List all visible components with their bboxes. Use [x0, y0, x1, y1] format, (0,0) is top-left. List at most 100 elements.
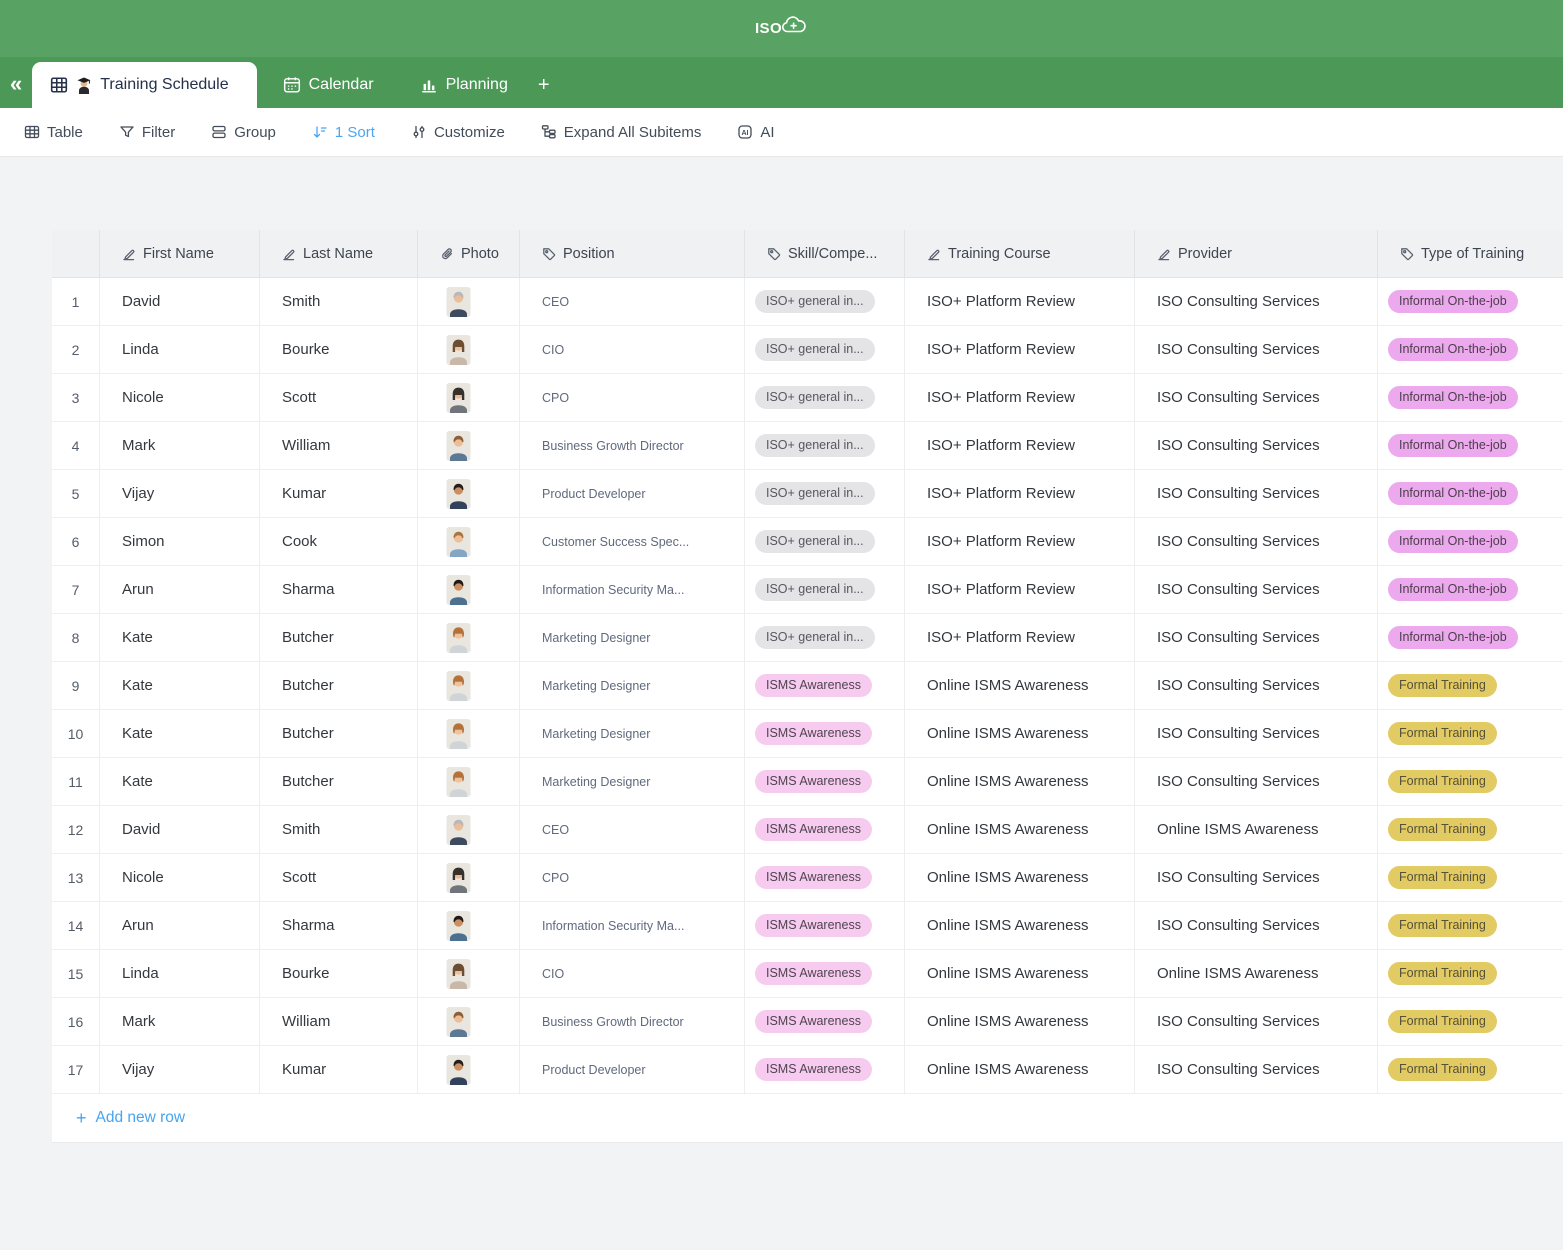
cell-skill[interactable]: ISMS Awareness — [745, 806, 905, 854]
cell-provider[interactable]: ISO Consulting Services — [1135, 1046, 1378, 1094]
cell-training-course[interactable]: ISO+ Platform Review — [905, 278, 1135, 326]
toolbar-expand-all-subitems[interactable]: Expand All Subitems — [541, 124, 702, 141]
cell-last-name[interactable]: William — [260, 998, 418, 1046]
cell-provider[interactable]: ISO Consulting Services — [1135, 662, 1378, 710]
cell-skill[interactable]: ISMS Awareness — [745, 902, 905, 950]
cell-skill[interactable]: ISMS Awareness — [745, 710, 905, 758]
cell-position[interactable]: Product Developer — [520, 1046, 745, 1094]
cell-photo[interactable] — [418, 518, 520, 566]
cell-photo[interactable] — [418, 566, 520, 614]
cell-provider[interactable]: ISO Consulting Services — [1135, 374, 1378, 422]
cell-type-of-training[interactable]: Formal Training — [1378, 998, 1563, 1046]
cell-type-of-training[interactable]: Informal On-the-job — [1378, 518, 1563, 566]
cell-skill[interactable]: ISO+ general in... — [745, 422, 905, 470]
cell-skill[interactable]: ISMS Awareness — [745, 662, 905, 710]
cell-first-name[interactable]: Arun — [100, 566, 260, 614]
cell-position[interactable]: CEO — [520, 806, 745, 854]
column-header-training-course[interactable]: Training Course — [905, 230, 1135, 278]
cell-last-name[interactable]: Bourke — [260, 950, 418, 998]
cell-photo[interactable] — [418, 662, 520, 710]
cell-last-name[interactable]: Cook — [260, 518, 418, 566]
cell-provider[interactable]: ISO Consulting Services — [1135, 998, 1378, 1046]
cell-first-name[interactable]: Kate — [100, 662, 260, 710]
cell-type-of-training[interactable]: Formal Training — [1378, 902, 1563, 950]
cell-type-of-training[interactable]: Informal On-the-job — [1378, 326, 1563, 374]
cell-provider[interactable]: ISO Consulting Services — [1135, 902, 1378, 950]
toolbar-ai[interactable]: AIAI — [737, 124, 774, 141]
tab-training-schedule[interactable]: Training Schedule — [32, 62, 256, 108]
cell-first-name[interactable]: Arun — [100, 902, 260, 950]
cell-skill[interactable]: ISMS Awareness — [745, 950, 905, 998]
cell-provider[interactable]: Online ISMS Awareness — [1135, 806, 1378, 854]
toolbar-1-sort[interactable]: 1 Sort — [312, 124, 375, 141]
cell-type-of-training[interactable]: Informal On-the-job — [1378, 566, 1563, 614]
cell-provider[interactable]: ISO Consulting Services — [1135, 470, 1378, 518]
cell-type-of-training[interactable]: Informal On-the-job — [1378, 278, 1563, 326]
cell-training-course[interactable]: Online ISMS Awareness — [905, 902, 1135, 950]
cell-first-name[interactable]: Mark — [100, 998, 260, 1046]
cell-type-of-training[interactable]: Informal On-the-job — [1378, 614, 1563, 662]
cell-position[interactable]: Information Security Ma... — [520, 902, 745, 950]
cell-training-course[interactable]: Online ISMS Awareness — [905, 710, 1135, 758]
column-header-position[interactable]: Position — [520, 230, 745, 278]
column-header-photo[interactable]: Photo — [418, 230, 520, 278]
cell-photo[interactable] — [418, 806, 520, 854]
cell-skill[interactable]: ISMS Awareness — [745, 998, 905, 1046]
add-view-tab-button[interactable]: + — [524, 62, 564, 108]
cell-photo[interactable] — [418, 854, 520, 902]
cell-first-name[interactable]: Nicole — [100, 854, 260, 902]
cell-training-course[interactable]: Online ISMS Awareness — [905, 854, 1135, 902]
cell-type-of-training[interactable]: Formal Training — [1378, 710, 1563, 758]
cell-last-name[interactable]: Butcher — [260, 758, 418, 806]
cell-position[interactable]: Business Growth Director — [520, 422, 745, 470]
cell-training-course[interactable]: Online ISMS Awareness — [905, 662, 1135, 710]
cell-skill[interactable]: ISMS Awareness — [745, 1046, 905, 1094]
cell-position[interactable]: Marketing Designer — [520, 758, 745, 806]
cell-last-name[interactable]: Scott — [260, 374, 418, 422]
cell-position[interactable]: Marketing Designer — [520, 662, 745, 710]
cell-photo[interactable] — [418, 710, 520, 758]
cell-photo[interactable] — [418, 374, 520, 422]
cell-first-name[interactable]: Nicole — [100, 374, 260, 422]
column-header-provider[interactable]: Provider — [1135, 230, 1378, 278]
cell-skill[interactable]: ISO+ general in... — [745, 278, 905, 326]
cell-training-course[interactable]: Online ISMS Awareness — [905, 998, 1135, 1046]
cell-type-of-training[interactable]: Informal On-the-job — [1378, 470, 1563, 518]
cell-photo[interactable] — [418, 278, 520, 326]
cell-last-name[interactable]: Sharma — [260, 902, 418, 950]
toolbar-customize[interactable]: Customize — [411, 124, 505, 141]
column-header-type-of-training[interactable]: Type of Training — [1378, 230, 1563, 278]
cell-last-name[interactable]: Sharma — [260, 566, 418, 614]
toolbar-group[interactable]: Group — [211, 124, 276, 141]
cell-type-of-training[interactable]: Formal Training — [1378, 662, 1563, 710]
cell-first-name[interactable]: Simon — [100, 518, 260, 566]
cell-photo[interactable] — [418, 470, 520, 518]
cell-first-name[interactable]: Linda — [100, 950, 260, 998]
cell-training-course[interactable]: ISO+ Platform Review — [905, 326, 1135, 374]
cell-skill[interactable]: ISO+ general in... — [745, 470, 905, 518]
cell-training-course[interactable]: ISO+ Platform Review — [905, 470, 1135, 518]
cell-position[interactable]: CEO — [520, 278, 745, 326]
toolbar-filter[interactable]: Filter — [119, 124, 175, 141]
cell-training-course[interactable]: Online ISMS Awareness — [905, 758, 1135, 806]
cell-last-name[interactable]: William — [260, 422, 418, 470]
cell-type-of-training[interactable]: Formal Training — [1378, 854, 1563, 902]
cell-first-name[interactable]: Linda — [100, 326, 260, 374]
cell-provider[interactable]: Online ISMS Awareness — [1135, 950, 1378, 998]
cell-type-of-training[interactable]: Formal Training — [1378, 950, 1563, 998]
cell-provider[interactable]: ISO Consulting Services — [1135, 278, 1378, 326]
cell-position[interactable]: CPO — [520, 854, 745, 902]
cell-last-name[interactable]: Scott — [260, 854, 418, 902]
cell-type-of-training[interactable]: Formal Training — [1378, 806, 1563, 854]
cell-first-name[interactable]: Kate — [100, 614, 260, 662]
cell-last-name[interactable]: Butcher — [260, 614, 418, 662]
cell-training-course[interactable]: ISO+ Platform Review — [905, 374, 1135, 422]
cell-training-course[interactable]: Online ISMS Awareness — [905, 1046, 1135, 1094]
add-new-row-button[interactable]: + Add new row — [52, 1094, 1563, 1143]
cell-first-name[interactable]: Kate — [100, 758, 260, 806]
cell-type-of-training[interactable]: Informal On-the-job — [1378, 422, 1563, 470]
cell-type-of-training[interactable]: Informal On-the-job — [1378, 374, 1563, 422]
cell-position[interactable]: CIO — [520, 326, 745, 374]
cell-provider[interactable]: ISO Consulting Services — [1135, 566, 1378, 614]
cell-photo[interactable] — [418, 902, 520, 950]
